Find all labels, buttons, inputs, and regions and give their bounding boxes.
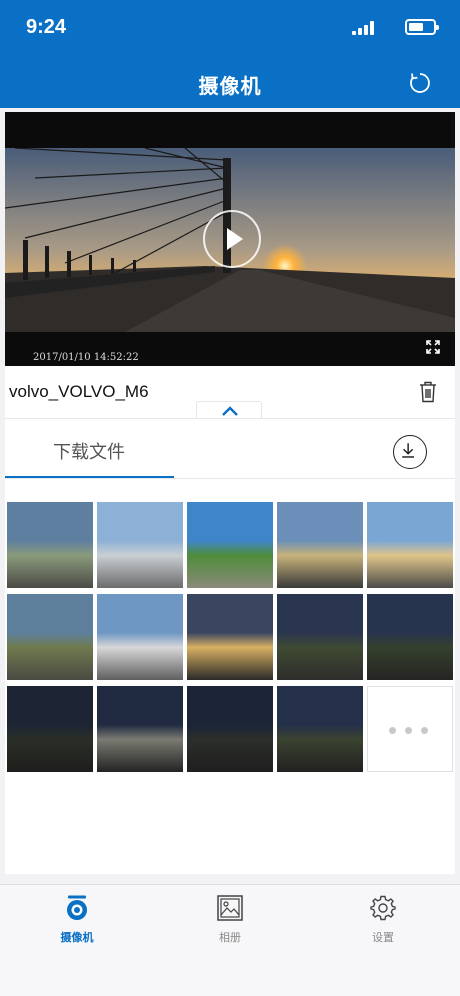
thumbnail[interactable] — [7, 502, 93, 588]
more-dot-icon — [421, 727, 428, 734]
more-dot-icon — [389, 727, 396, 734]
thumbnail[interactable] — [7, 686, 93, 772]
file-name: volvo_VOLVO_M6 — [9, 382, 149, 401]
thumbnail[interactable] — [97, 594, 183, 680]
settings-gear-icon — [370, 895, 396, 921]
more-dot-icon — [405, 727, 412, 734]
play-button[interactable] — [203, 210, 261, 268]
battery-level — [409, 23, 423, 31]
page-title: 摄像机 — [198, 76, 262, 98]
tab-download-files[interactable]: 下载文件 — [5, 419, 173, 477]
tabbar-item-camera[interactable]: 摄像机 — [37, 895, 117, 945]
thumbnail[interactable] — [367, 594, 453, 680]
fullscreen-icon[interactable] — [425, 339, 441, 355]
thumbnail[interactable] — [367, 502, 453, 588]
status-time: 9:24 — [26, 16, 67, 38]
tabbar-item-album[interactable]: 相册 — [190, 895, 270, 945]
collapse-handle[interactable] — [196, 401, 262, 419]
tabbar-label: 相册 — [219, 932, 241, 944]
refresh-icon[interactable] — [408, 71, 432, 95]
thumbnail[interactable] — [7, 594, 93, 680]
thumbnail[interactable] — [187, 594, 273, 680]
video-timestamp: 2017/01/10 14:52:22 — [33, 352, 139, 363]
divider — [5, 478, 455, 479]
main-card: 2017/01/10 14:52:22 volvo_VOLVO_M6 下载文件 — [5, 112, 455, 874]
thumbnail[interactable] — [187, 686, 273, 772]
bottom-tab-bar: 摄像机 相册 设置 — [0, 884, 460, 996]
signal-icon — [352, 21, 376, 35]
thumbnail[interactable] — [187, 502, 273, 588]
tabbar-label: 摄像机 — [60, 932, 94, 944]
battery-icon — [405, 19, 439, 35]
thumbnail[interactable] — [97, 502, 183, 588]
camera-icon — [67, 895, 87, 920]
video-player[interactable]: 2017/01/10 14:52:22 — [5, 112, 455, 366]
album-icon — [217, 895, 243, 921]
more-thumbnails-button[interactable] — [367, 686, 453, 772]
download-button[interactable] — [393, 435, 427, 469]
download-icon — [402, 443, 415, 458]
tabbar-label: 设置 — [372, 932, 394, 944]
trash-icon[interactable] — [419, 381, 437, 403]
thumbnail[interactable] — [277, 502, 363, 588]
thumbnail[interactable] — [277, 686, 363, 772]
header-bar: 9:24 摄像机 — [0, 0, 460, 108]
tabbar-item-settings[interactable]: 设置 — [343, 895, 423, 945]
thumbnail[interactable] — [97, 686, 183, 772]
thumbnail[interactable] — [277, 594, 363, 680]
